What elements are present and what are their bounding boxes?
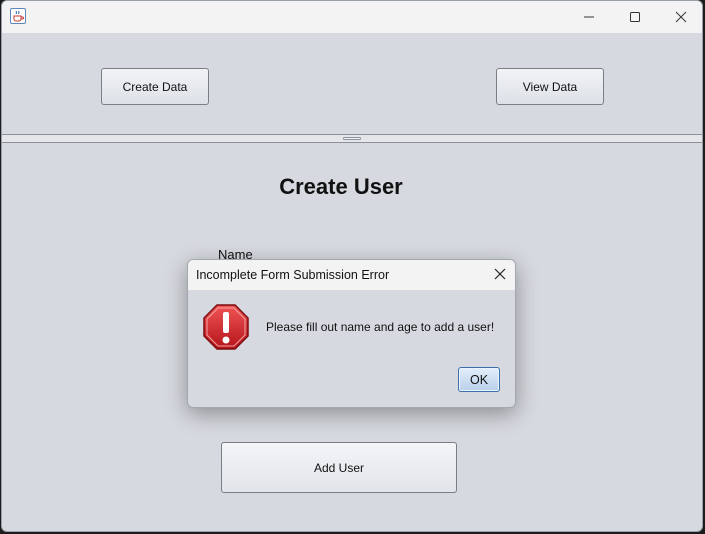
create-data-button[interactable]: Create Data <box>101 68 209 105</box>
close-icon[interactable] <box>493 267 507 281</box>
page-title: Create User <box>279 174 403 199</box>
error-dialog: Incomplete Form Submission Error Please … <box>187 259 516 408</box>
split-pane-divider[interactable] <box>2 134 702 143</box>
error-stop-icon <box>203 304 249 350</box>
minimize-button[interactable] <box>566 1 612 33</box>
view-data-button[interactable]: View Data <box>496 68 604 105</box>
close-button[interactable] <box>658 1 702 33</box>
close-icon <box>675 11 687 23</box>
maximize-icon <box>630 12 640 22</box>
dialog-title-bar[interactable]: Incomplete Form Submission Error <box>188 260 515 290</box>
java-cup-icon <box>10 8 26 24</box>
divider-grip-icon[interactable] <box>343 137 361 140</box>
top-panel: Create Data View Data <box>2 33 702 134</box>
minimize-icon <box>584 16 594 18</box>
dialog-title: Incomplete Form Submission Error <box>196 268 390 282</box>
maximize-button[interactable] <box>612 1 658 33</box>
title-bar[interactable] <box>2 1 702 33</box>
dialog-message: Please fill out name and age to add a us… <box>266 320 495 334</box>
add-user-button[interactable]: Add User <box>221 442 457 493</box>
ok-button[interactable]: OK <box>458 367 500 392</box>
